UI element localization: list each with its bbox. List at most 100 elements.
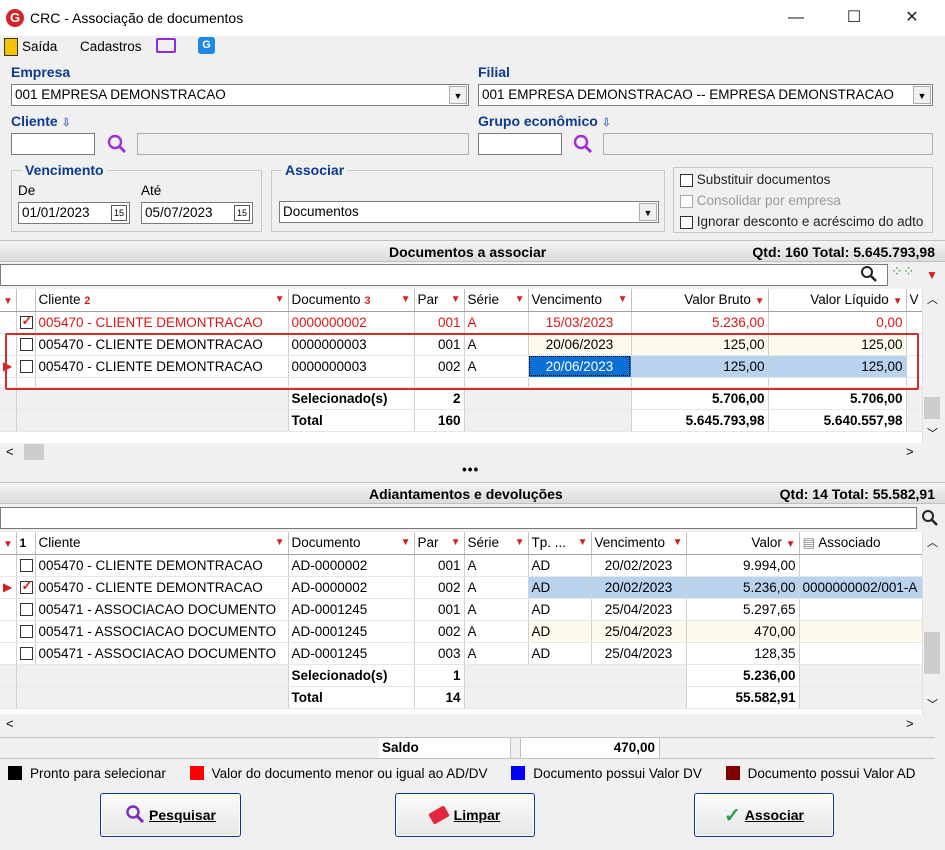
chevron-left-icon[interactable]: < <box>6 444 14 459</box>
chevron-right-icon[interactable]: > <box>906 716 914 731</box>
col-par[interactable]: Par ▼ <box>414 289 465 312</box>
docs-total-bruto: 5.645.793,98 <box>631 409 769 432</box>
col-valor[interactable]: Valor ▼ <box>686 532 800 555</box>
row-checkbox[interactable] <box>19 647 33 661</box>
check-header[interactable]: 1 <box>16 532 36 555</box>
chevron-down-icon[interactable]: ▼ <box>449 86 467 104</box>
row-checkbox[interactable] <box>19 559 33 573</box>
col-serie[interactable]: Série ▼ <box>464 289 529 312</box>
chevron-right-icon[interactable]: > <box>906 444 914 459</box>
chevron-down-icon[interactable]: ▼ <box>639 203 657 221</box>
table-row[interactable]: 005471 - ASSOCIACAO DOCUMENTO AD-0001245 0… <box>0 620 922 643</box>
table-row[interactable]: ▶ 005470 - CLIENTE DEMONTRACAOAD-0000002… <box>0 576 922 599</box>
highlight-box <box>5 333 919 390</box>
maximize-button[interactable]: ☐ <box>832 2 876 34</box>
filter-icon: ▼ <box>450 294 461 306</box>
scroll-thumb[interactable] <box>924 397 940 419</box>
adtos-search-input[interactable] <box>0 507 917 529</box>
ate-label: Até <box>141 183 162 198</box>
ignorar-option[interactable]: Ignorar desconto e acréscimo do adto <box>680 214 923 229</box>
associar-select[interactable]: Documentos ▼ <box>279 201 659 223</box>
search-icon[interactable] <box>860 265 878 286</box>
col-documento[interactable]: Documento ▼ <box>288 532 415 555</box>
row-checkbox[interactable] <box>19 313 33 330</box>
col-tp[interactable]: Tp. ... ▼ <box>528 532 592 555</box>
table-row[interactable]: 005471 - ASSOCIACAO DOCUMENTO AD-0001245 0… <box>0 642 922 665</box>
table-row[interactable]: 005470 - CLIENTE DEMONTRACAO 0000000002 … <box>0 311 922 334</box>
col-vencimento[interactable]: Vencimento ▼ <box>591 532 687 555</box>
chevron-down-icon[interactable]: ▼ <box>913 86 931 104</box>
associar-button[interactable]: ✓ Associar <box>694 793 834 837</box>
col-valor-liquido[interactable]: Valor Líquido ▼ <box>768 289 907 312</box>
cell-cliente: 005470 - CLIENTE DEMONTRACAO <box>35 311 289 334</box>
table-row[interactable]: 005471 - ASSOCIACAO DOCUMENTO AD-0001245 0… <box>0 598 922 621</box>
menu-saida[interactable]: Saída <box>22 39 57 54</box>
col-associado[interactable]: ▤ Associado <box>799 532 922 555</box>
filter-icon: ▼ <box>514 537 525 549</box>
cell-vencimento: 15/03/2023 <box>528 311 632 334</box>
expand-grid-icon[interactable]: ⁘⁘ <box>891 264 914 286</box>
info-arrow-icon: ⇩ <box>61 117 71 129</box>
cell-documento: 0000000002 <box>288 311 415 334</box>
chevron-down-icon[interactable]: ﹀ <box>927 425 938 441</box>
row-checkbox[interactable] <box>19 603 33 617</box>
docs-horizontal-scrollbar[interactable]: < > <box>0 443 922 461</box>
vencimento-label: Vencimento <box>22 162 107 178</box>
docs-summary: Qtd: 160 Total: 5.645.793,98 <box>752 244 935 260</box>
row-checkbox[interactable] <box>19 578 33 595</box>
adtos-vertical-scrollbar[interactable]: ︿ ﹀ <box>922 532 940 714</box>
docs-selected-liquido: 5.706,00 <box>768 387 907 410</box>
table-row[interactable]: 005470 - CLIENTE DEMONTRACAO AD-0000002 00… <box>0 554 922 577</box>
empresa-select[interactable]: 001 EMPRESA DEMONSTRACAO ▼ <box>11 84 469 106</box>
col-vencimento[interactable]: Vencimento ▼ <box>528 289 632 312</box>
grupo-code-input[interactable] <box>478 133 562 155</box>
col-serie[interactable]: Série ▼ <box>464 532 529 555</box>
empresa-value: 001 EMPRESA DEMONSTRACAO <box>15 87 226 102</box>
monitor-icon[interactable] <box>156 38 176 53</box>
col-valor-bruto[interactable]: Valor Bruto ▼ <box>631 289 769 312</box>
docs-vertical-scrollbar[interactable]: ︿ ﹀ <box>922 289 940 443</box>
menu-cadastros[interactable]: Cadastros <box>80 39 142 54</box>
search-icon[interactable] <box>921 509 939 530</box>
grupo-label: Grupo econômico ⇩ <box>478 113 611 129</box>
chevron-down-icon[interactable]: ﹀ <box>927 696 938 712</box>
scroll-thumb[interactable] <box>24 444 44 460</box>
app-shortcut-icon[interactable]: G <box>198 37 215 54</box>
substituir-option[interactable]: Substituir documentos <box>680 172 830 187</box>
date-to-input[interactable]: 05/07/2023 15 <box>141 202 253 224</box>
scroll-thumb[interactable] <box>924 632 940 674</box>
calendar-icon[interactable]: 15 <box>234 205 250 221</box>
splitter-handle[interactable]: ••• <box>462 462 479 477</box>
col-cliente[interactable]: Cliente 2 ▼ <box>35 289 289 312</box>
dropdown-arrow-icon[interactable]: ▼ <box>926 268 938 282</box>
col-extra[interactable]: V <box>906 289 922 312</box>
chevron-up-icon[interactable]: ︿ <box>927 534 938 550</box>
docs-total-qtd: 160 <box>414 409 465 432</box>
pesquisar-button[interactable]: Pesquisar <box>100 793 241 837</box>
filial-value: 001 EMPRESA DEMONSTRACAO -- EMPRESA DEMO… <box>482 87 894 102</box>
check-header[interactable] <box>16 289 36 312</box>
calendar-icon[interactable]: 15 <box>111 205 127 221</box>
associar-label: Associar <box>282 162 348 178</box>
date-from-input[interactable]: 01/01/2023 15 <box>18 202 130 224</box>
saldo-row: Saldo 470,00 <box>0 737 935 759</box>
close-button[interactable]: ✕ <box>890 2 934 34</box>
minimize-button[interactable]: — <box>774 2 818 34</box>
limpar-button[interactable]: Limpar <box>395 793 535 837</box>
col-documento[interactable]: Documento 3 ▼ <box>288 289 415 312</box>
col-par[interactable]: Par ▼ <box>414 532 465 555</box>
search-icon[interactable] <box>106 133 128 155</box>
adtos-horizontal-scrollbar[interactable]: < > <box>0 714 922 734</box>
docs-search-input[interactable] <box>0 264 888 286</box>
search-icon[interactable] <box>572 133 594 155</box>
ignorar-checkbox[interactable] <box>680 215 693 229</box>
associar-value: Documentos <box>283 204 359 219</box>
row-checkbox[interactable] <box>19 625 33 639</box>
cliente-code-input[interactable] <box>11 133 95 155</box>
chevron-left-icon[interactable]: < <box>6 716 14 731</box>
chevron-up-icon[interactable]: ︿ <box>927 291 938 307</box>
filter-icon: ▼ <box>754 296 765 308</box>
col-cliente[interactable]: Cliente ▼ <box>35 532 289 555</box>
substituir-checkbox[interactable] <box>680 173 693 187</box>
filial-select[interactable]: 001 EMPRESA DEMONSTRACAO -- EMPRESA DEMO… <box>478 84 933 106</box>
